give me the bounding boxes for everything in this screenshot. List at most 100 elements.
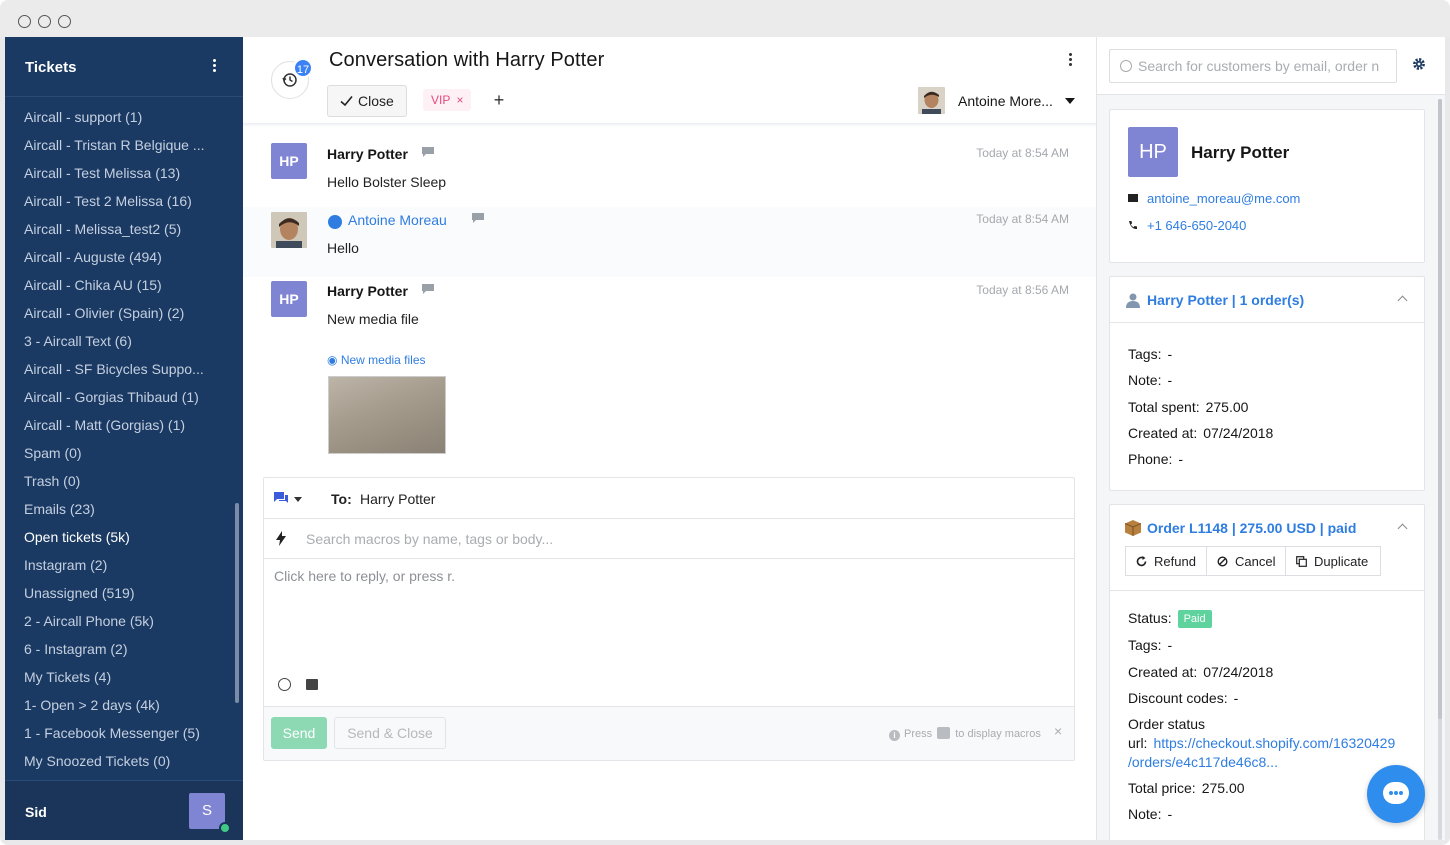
- field-value: -: [1167, 372, 1173, 388]
- sidebar-view-item[interactable]: Aircall - Tristan R Belgique ...: [5, 131, 220, 159]
- image-icon[interactable]: [306, 679, 318, 690]
- sidebar-view-item[interactable]: Aircall - Test Melissa (13): [5, 159, 220, 187]
- order-total-row: Total price: 275.00: [1128, 780, 1245, 796]
- recipient-field[interactable]: Harry Potter: [360, 491, 435, 507]
- customer-search-input[interactable]: [1138, 56, 1390, 76]
- online-status-dot: [219, 822, 231, 834]
- order-status-row: Status: Paid: [1128, 610, 1212, 628]
- package-icon: [1125, 520, 1141, 536]
- field-label: Total spent:: [1128, 399, 1200, 415]
- send-button[interactable]: Send: [271, 717, 327, 749]
- field-value: 275.00: [1205, 399, 1249, 415]
- sidebar-view-item[interactable]: 1- Open > 2 days (4k): [5, 691, 220, 719]
- chat-icon: [1383, 782, 1409, 804]
- sidebar-view-item[interactable]: My Tickets (4): [5, 663, 220, 691]
- media-files-link[interactable]: ◉ New media files: [327, 353, 426, 367]
- window-close-dot[interactable]: [18, 15, 31, 28]
- order-tags-row: Tags: -: [1128, 637, 1172, 653]
- sidebar-view-item[interactable]: Aircall - SF Bicycles Suppo...: [5, 355, 220, 383]
- field-label: Created at:: [1128, 425, 1198, 441]
- field-label: Note:: [1128, 372, 1162, 388]
- to-label: To:: [331, 491, 352, 507]
- sidebar-view-item[interactable]: Emails (23): [5, 495, 220, 523]
- tag-label: VIP: [431, 93, 451, 107]
- field-label: Created at:: [1128, 664, 1198, 680]
- sidebar-view-item[interactable]: Unassigned (519): [5, 579, 220, 607]
- app-window: Tickets Aircall - support (1) Aircall - T…: [0, 0, 1450, 845]
- integration-customer-title[interactable]: Harry Potter | 1 order(s): [1147, 292, 1304, 308]
- conversation-menu-icon[interactable]: [1067, 53, 1073, 69]
- order-status-url-link[interactable]: https://checkout.shopify.com/16320429: [1153, 735, 1395, 751]
- chevron-up-icon[interactable]: [1397, 523, 1408, 534]
- refund-button[interactable]: Refund: [1125, 546, 1207, 576]
- sidebar-view-item[interactable]: Instagram (2): [5, 551, 220, 579]
- composer-footer: Send Send & Close i Press to display macr…: [264, 706, 1074, 760]
- sidebar-view-item[interactable]: Aircall - Matt (Gorgias) (1): [5, 411, 220, 439]
- phone-value[interactable]: +1 646-650-2040: [1147, 218, 1246, 233]
- field-label: Tags:: [1128, 346, 1162, 362]
- window-zoom-dot[interactable]: [58, 15, 71, 28]
- order-status-url-link-cont[interactable]: /orders/e4c117de46c8...: [1128, 754, 1278, 770]
- sidebar-view-item[interactable]: My Snoozed Tickets (0): [5, 747, 220, 775]
- sidebar-menu-icon[interactable]: [211, 59, 217, 75]
- cancel-order-button[interactable]: Cancel: [1206, 546, 1286, 576]
- order-discount-row: Discount codes: -: [1128, 690, 1238, 706]
- sidebar-view-item[interactable]: Trash (0): [5, 467, 220, 495]
- reply-textarea[interactable]: [274, 568, 1054, 648]
- sidebar-view-item[interactable]: Aircall - Test 2 Melissa (16): [5, 187, 220, 215]
- sidebar-view-item[interactable]: 2 - Aircall Phone (5k): [5, 607, 220, 635]
- sidebar-view-item[interactable]: Spam (0): [5, 439, 220, 467]
- sidebar-view-item[interactable]: Aircall - Auguste (494): [5, 243, 220, 271]
- sidebar-view-item[interactable]: 3 - Aircall Text (6): [5, 327, 220, 355]
- sidebar-scrollbar[interactable]: [235, 503, 239, 703]
- ban-icon: [1217, 556, 1228, 567]
- remove-tag-icon[interactable]: ×: [456, 93, 463, 107]
- history-count-badge: 17: [293, 58, 313, 78]
- recipient-row: To: Harry Potter: [264, 478, 1074, 519]
- phone-icon: [1129, 221, 1137, 230]
- order-note-row: Note: -: [1128, 806, 1172, 822]
- hint-suffix: to display macros: [955, 728, 1041, 740]
- message: HP Harry Potter Today at 8:54 AM Hello B…: [243, 127, 1096, 195]
- field-label: Tags:: [1128, 637, 1162, 653]
- conversation-pane: 17 Conversation with Harry Potter Close …: [243, 37, 1096, 840]
- order-header: Order L1148 | 275.00 USD | paid Refund C…: [1110, 505, 1424, 591]
- media-thumbnail[interactable]: [328, 376, 446, 454]
- gear-icon[interactable]: [1412, 57, 1426, 71]
- send-and-close-button[interactable]: Send & Close: [334, 717, 446, 749]
- message-author: Harry Potter: [327, 146, 408, 162]
- chevron-up-icon[interactable]: [1397, 295, 1408, 306]
- sidebar-view-item[interactable]: 6 - Instagram (2): [5, 635, 220, 663]
- close-ticket-button[interactable]: Close: [327, 85, 407, 117]
- sidebar-view-item[interactable]: Open tickets (5k): [5, 523, 220, 551]
- assignee-selector[interactable]: Antoine More...: [958, 93, 1058, 109]
- duplicate-order-button[interactable]: Duplicate: [1285, 546, 1381, 576]
- chat-channel-icon[interactable]: [274, 492, 288, 504]
- caret-down-icon[interactable]: [294, 497, 302, 502]
- sidebar-view-item[interactable]: Aircall - Chika AU (15): [5, 271, 220, 299]
- caret-down-icon[interactable]: [1065, 98, 1075, 104]
- integration-customer-header[interactable]: Harry Potter | 1 order(s): [1110, 277, 1424, 323]
- chat-channel-icon: [472, 213, 484, 223]
- check-icon: [340, 95, 353, 107]
- search-icon: [1120, 60, 1132, 72]
- live-chat-launcher[interactable]: [1367, 765, 1425, 823]
- sidebar-view-item[interactable]: Aircall - Gorgias Thibaud (1): [5, 383, 220, 411]
- macro-search-input[interactable]: [306, 527, 1046, 551]
- field-label: Status:: [1128, 610, 1172, 626]
- customer-card: HP Harry Potter antoine_moreau@me.com +1…: [1109, 109, 1425, 263]
- sidebar-view-item[interactable]: Aircall - support (1): [5, 103, 220, 131]
- message-avatar: HP: [271, 281, 307, 317]
- sidebar-view-item[interactable]: Aircall - Olivier (Spain) (2): [5, 299, 220, 327]
- tag-vip[interactable]: VIP ×: [423, 89, 472, 111]
- sidebar-view-item[interactable]: 1 - Facebook Messenger (5): [5, 719, 220, 747]
- panel-scrollbar[interactable]: [1438, 99, 1442, 719]
- cancel-label: Cancel: [1235, 553, 1276, 569]
- dismiss-hint-icon[interactable]: ×: [1054, 723, 1062, 739]
- window-minimize-dot[interactable]: [38, 15, 51, 28]
- emoji-icon[interactable]: [278, 678, 291, 691]
- order-title[interactable]: Order L1148 | 275.00 USD | paid: [1147, 520, 1356, 536]
- add-tag-button[interactable]: +: [491, 89, 507, 111]
- sidebar-view-item[interactable]: Aircall - Melissa_test2 (5): [5, 215, 220, 243]
- email-value[interactable]: antoine_moreau@me.com: [1147, 191, 1300, 206]
